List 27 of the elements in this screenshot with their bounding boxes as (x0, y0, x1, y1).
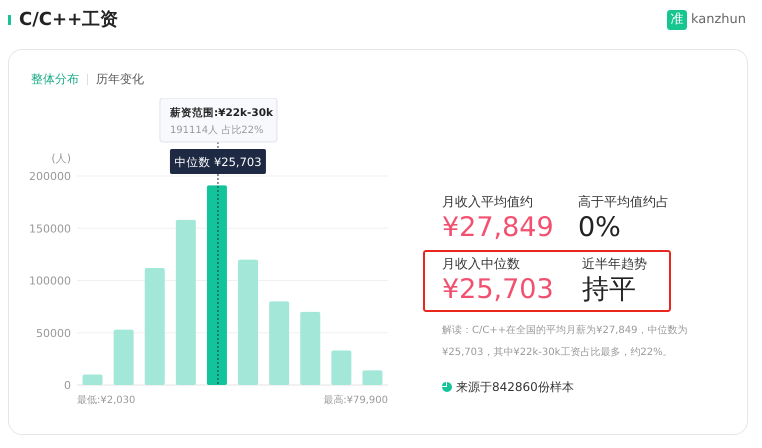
y-tick-label: 100000 (29, 274, 71, 288)
max-salary-label: 最高:¥79,900 (323, 395, 388, 406)
pie-icon (442, 382, 452, 392)
stat-value: 持平 (582, 273, 637, 306)
brand-name: kanzhun (690, 11, 746, 30)
stat-value: ¥27,849 (442, 211, 555, 244)
page-title: C/C++工资 (19, 9, 118, 31)
median-marker: 中位数 ¥25,703 (170, 149, 266, 174)
axis-unit-label: (人) (51, 152, 71, 165)
min-salary-label: 最低:¥2,030 (77, 395, 136, 406)
brand-logo: 准 (666, 10, 687, 30)
sample-source-text: 来源于842860份样本 (456, 379, 574, 396)
stat-value: ¥25,703 (442, 273, 555, 306)
tooltip-detail: 191114人 占比22% (170, 125, 264, 136)
tooltip-title: 薪资范围:¥22k-30k (170, 107, 274, 119)
stat-label: 近半年趋势 (582, 256, 647, 273)
stat-label: 高于平均值约占 (578, 194, 669, 211)
stat-label: 月收入平均值约 (442, 194, 534, 211)
title-accent-bar (8, 15, 11, 25)
y-tick-label: 150000 (29, 222, 71, 236)
y-tick-label: 50000 (36, 326, 71, 340)
stat-label: 月收入中位数 (442, 256, 521, 273)
stat-value: 0% (578, 211, 622, 244)
tab[interactable]: 历年变化 (96, 70, 144, 88)
summary-text: 解读：C/C++在全国的平均月薪为¥27,849，中位数为¥25,703，其中¥22k-30k工资占比最多，约22%。 (442, 324, 688, 360)
y-tick-label: 0 (64, 379, 71, 392)
y-tick-label: 200000 (29, 170, 71, 183)
